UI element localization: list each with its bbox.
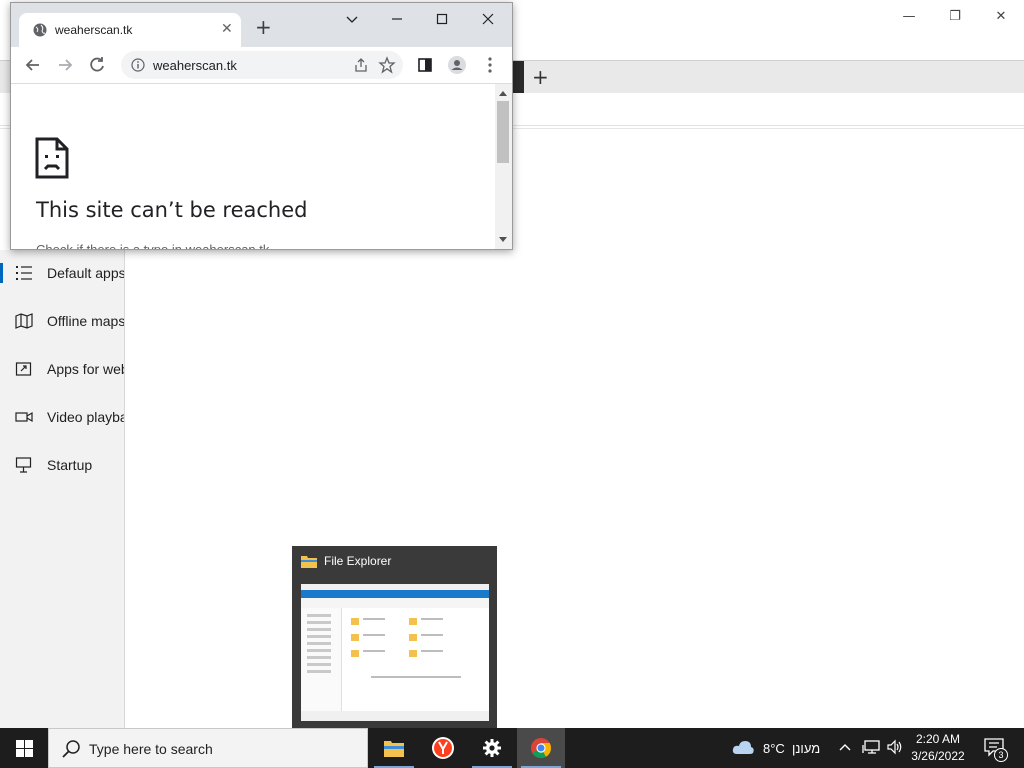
sidebar-item-offline-maps[interactable]: Offline maps — [0, 301, 124, 341]
tab-search-chevron-icon[interactable] — [337, 9, 367, 29]
yandex-browser-icon — [432, 737, 454, 759]
chrome-close-button[interactable] — [473, 9, 503, 29]
map-icon — [15, 313, 33, 329]
thumbnail-title: File Explorer — [324, 554, 392, 568]
taskbar: Type here to search 8°C מעונן 2:20 AM 3/… — [0, 728, 1024, 768]
info-icon[interactable] — [131, 58, 145, 72]
forward-icon[interactable] — [55, 55, 75, 75]
page-scrollbar[interactable] — [495, 84, 512, 249]
scroll-thumb[interactable] — [497, 101, 509, 163]
sidebar-item-label: Startup — [47, 457, 93, 473]
settings-sidebar: Default apps Offline maps Apps for websi… — [0, 250, 125, 728]
back-icon[interactable] — [23, 55, 43, 75]
error-subtitle: Check if there is a typo in weaherscan.t… — [36, 242, 274, 250]
weather-description[interactable]: מעונן — [792, 741, 820, 756]
default-apps-icon — [16, 266, 32, 280]
chrome-toolbar: weaherscan.tk — [11, 47, 512, 84]
taskbar-chrome[interactable] — [517, 728, 565, 768]
taskbar-yandex[interactable] — [419, 728, 467, 768]
thumbnail-preview — [301, 584, 489, 721]
sidebar-item-default-apps[interactable]: Default apps — [0, 253, 124, 293]
sidebar-item-label: Video playback — [47, 409, 124, 425]
chrome-tab[interactable]: weaherscan.tk ✕ — [19, 13, 241, 47]
sidebar-item-label: Offline maps — [47, 313, 125, 329]
scroll-up-arrow-icon[interactable] — [499, 91, 507, 96]
network-icon[interactable] — [862, 739, 880, 755]
chrome-minimize-button[interactable] — [382, 9, 412, 29]
startup-icon — [15, 457, 32, 473]
file-explorer-icon — [384, 741, 404, 757]
windows-logo-icon — [16, 740, 33, 757]
chrome-page-content: This site can’t be reached Check if ther… — [11, 84, 495, 249]
chrome-tab-strip: weaherscan.tk ✕ + — [11, 3, 512, 47]
bookmark-star-icon[interactable] — [378, 56, 396, 74]
sidebar-item-video-playback[interactable]: Video playback — [0, 397, 124, 437]
new-tab-button[interactable]: + — [255, 17, 272, 37]
tab-close-icon[interactable]: ✕ — [221, 21, 233, 37]
share-icon[interactable] — [353, 57, 369, 73]
chrome-maximize-button[interactable] — [427, 9, 457, 29]
tab-title: weaherscan.tk — [55, 23, 133, 37]
sidebar-item-label: Default apps — [47, 265, 125, 281]
settings-minimize-button[interactable]: — — [886, 4, 932, 28]
taskbar-search-box[interactable]: Type here to search — [48, 728, 368, 768]
chrome-window: weaherscan.tk ✕ + weaherscan.tk This sit… — [10, 2, 513, 250]
url-text: weaherscan.tk — [153, 58, 237, 73]
background-new-tab-button[interactable]: + — [532, 65, 549, 89]
sad-page-icon — [35, 137, 69, 179]
chevron-up-icon[interactable] — [838, 742, 852, 752]
globe-icon — [33, 23, 47, 37]
start-button[interactable] — [0, 728, 48, 768]
action-center-button[interactable]: 3 — [980, 728, 1024, 768]
clock-time[interactable]: 2:20 AM — [912, 732, 964, 746]
explorer-preview-image — [301, 584, 489, 721]
settings-restore-button[interactable]: ❐ — [932, 4, 978, 28]
scroll-down-arrow-icon[interactable] — [499, 237, 507, 242]
side-panel-icon[interactable] — [415, 55, 435, 75]
error-title: This site can’t be reached — [36, 198, 308, 222]
link-window-icon — [15, 362, 32, 376]
volume-icon[interactable] — [886, 739, 904, 755]
sidebar-item-apps-for-websites[interactable]: Apps for websites — [0, 349, 124, 389]
folder-icon — [301, 556, 317, 568]
taskbar-settings[interactable] — [468, 728, 516, 768]
sidebar-item-label: Apps for websites — [47, 361, 124, 377]
chrome-icon — [531, 738, 552, 759]
notification-count-badge: 3 — [994, 748, 1008, 762]
weather-temperature[interactable]: 8°C — [763, 741, 785, 756]
cloud-weather-icon[interactable] — [731, 738, 755, 756]
file-explorer-thumbnail[interactable]: File Explorer — [292, 546, 497, 728]
sidebar-item-startup[interactable]: Startup — [0, 445, 124, 485]
gear-icon — [483, 739, 501, 757]
taskbar-file-explorer[interactable] — [370, 728, 418, 768]
search-placeholder: Type here to search — [89, 741, 213, 757]
address-bar[interactable]: weaherscan.tk — [121, 51, 403, 79]
profile-avatar-icon[interactable] — [447, 55, 467, 75]
video-icon — [15, 411, 33, 423]
search-icon — [62, 740, 80, 758]
reload-icon[interactable] — [87, 55, 107, 75]
settings-close-button[interactable]: ✕ — [978, 4, 1024, 28]
clock-date[interactable]: 3/26/2022 — [906, 749, 970, 763]
kebab-menu-icon[interactable] — [480, 55, 500, 75]
